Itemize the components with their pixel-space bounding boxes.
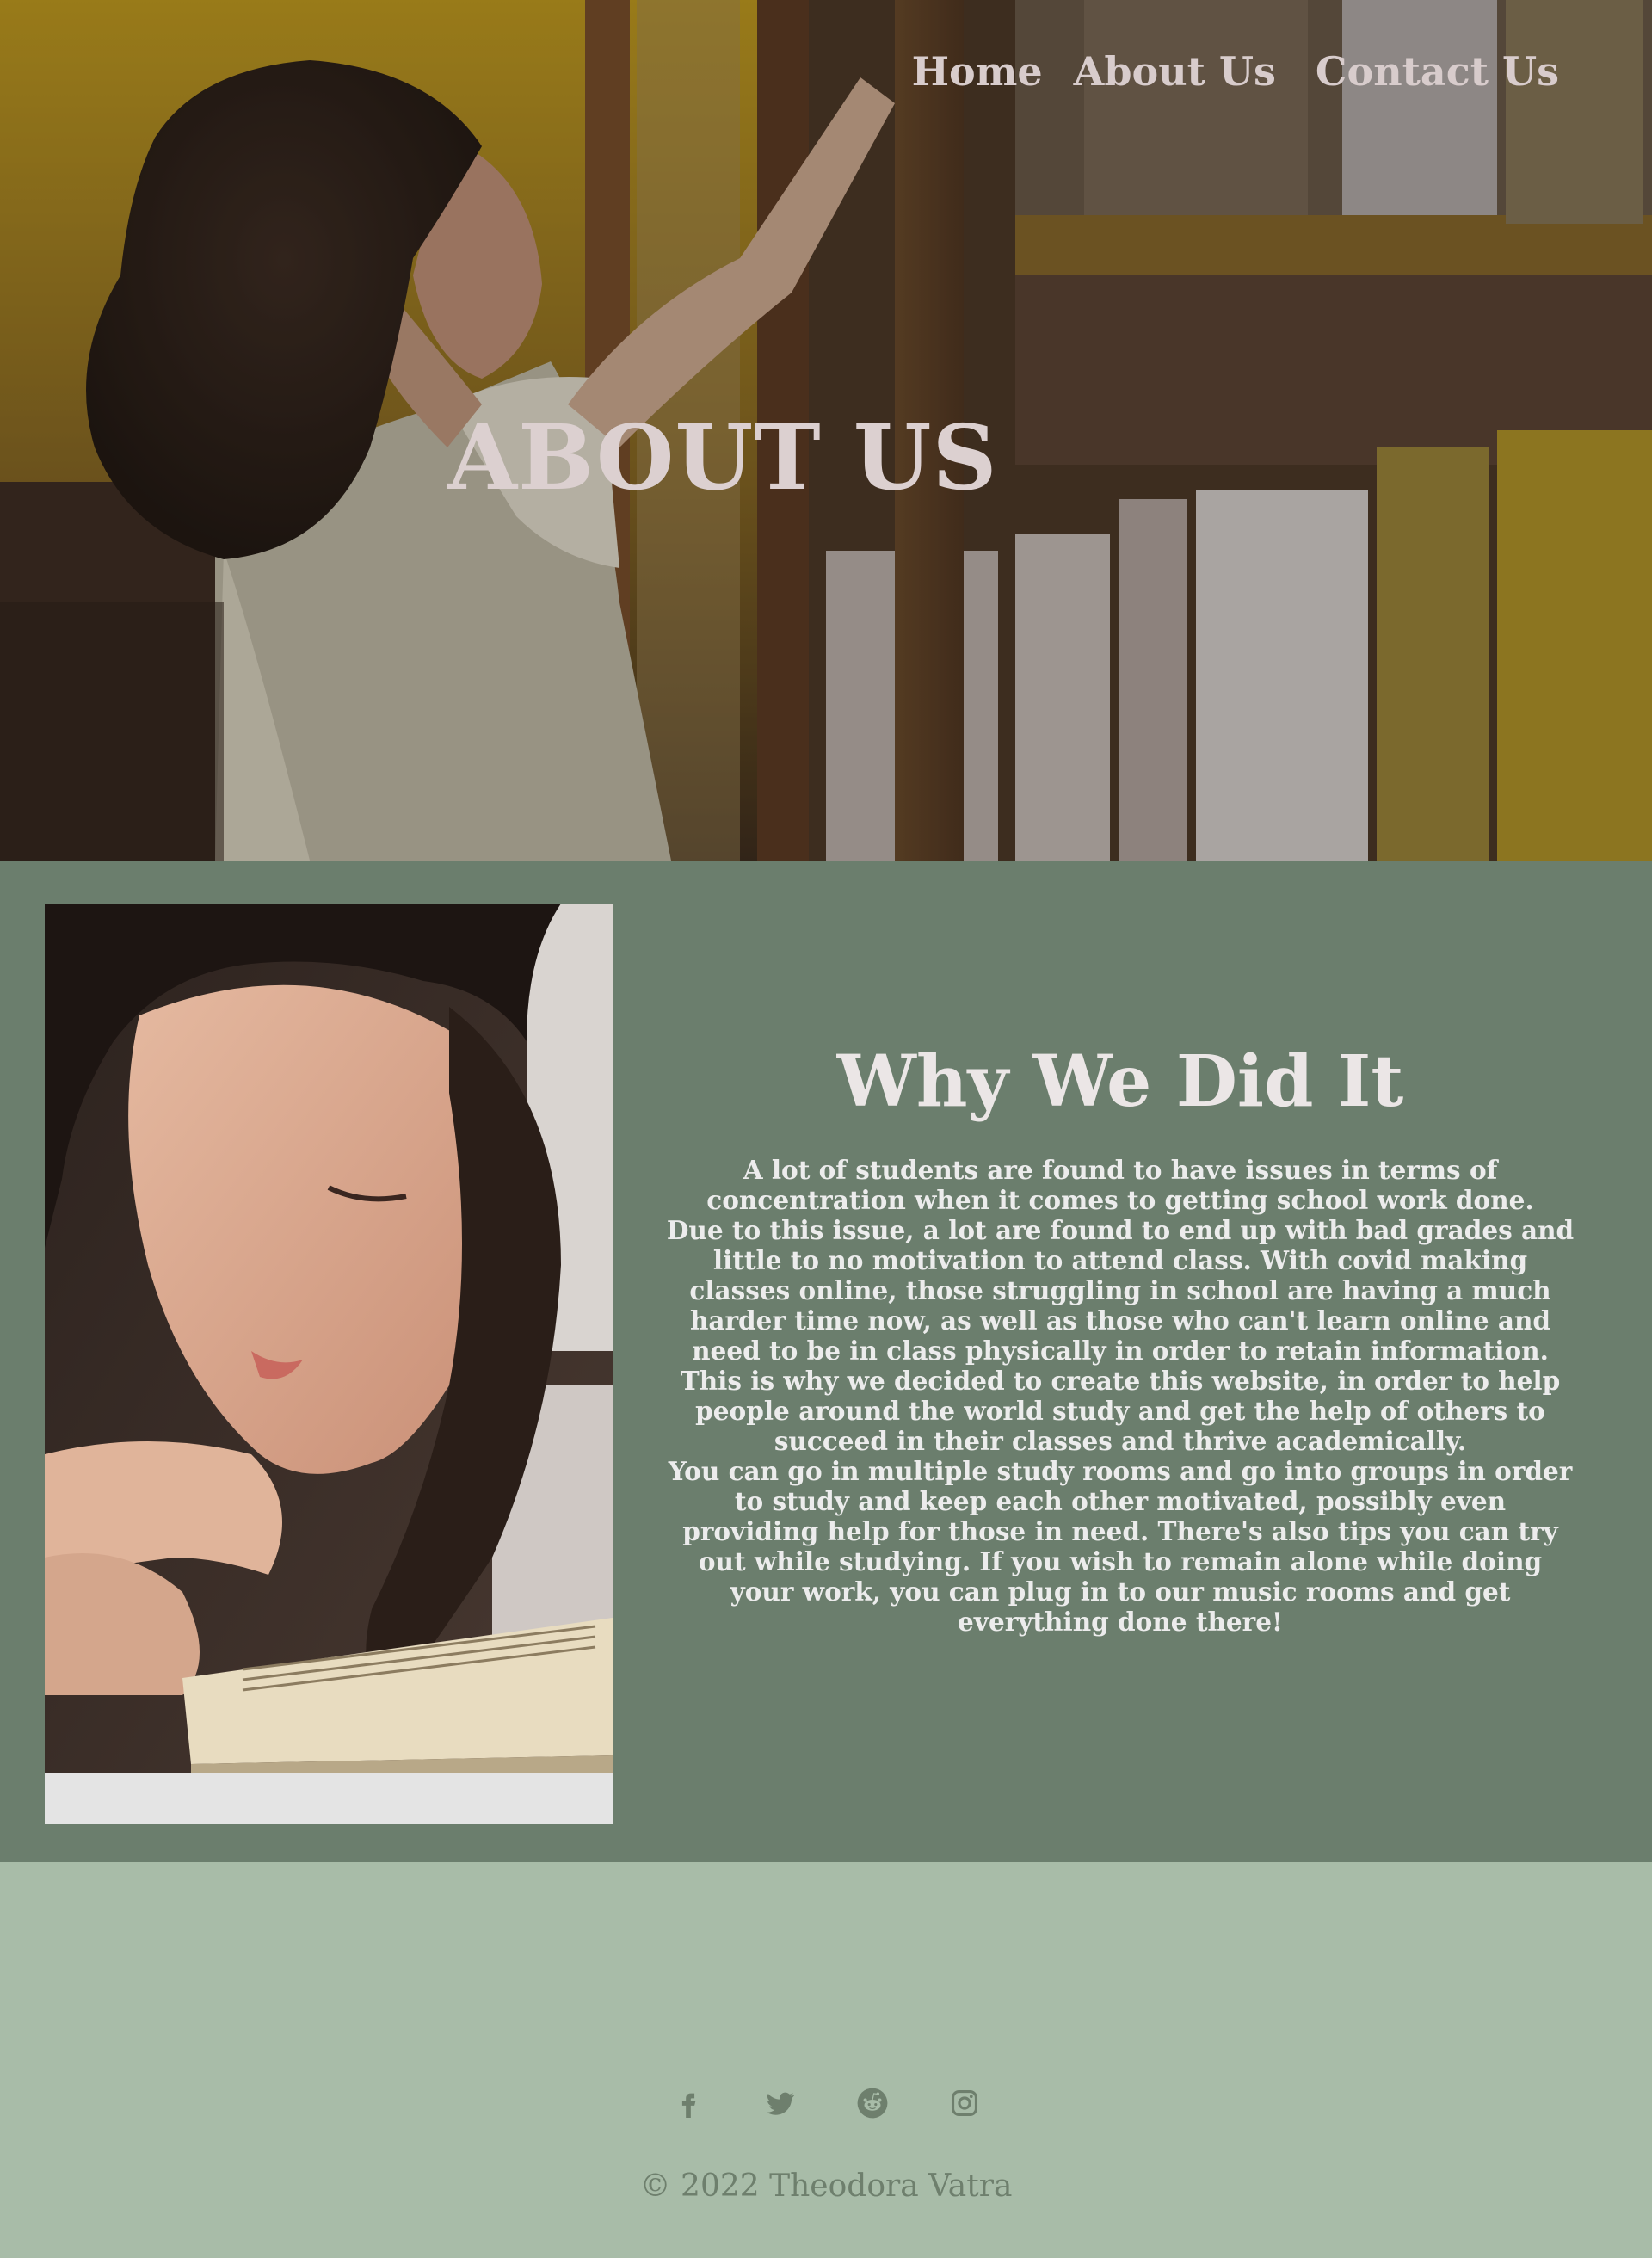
student-reading-illustration (45, 904, 613, 1824)
reddit-icon[interactable] (826, 2077, 918, 2129)
about-paragraph-2: Due to this issue, a lot are found to en… (666, 1215, 1575, 1457)
social-links (0, 2077, 1652, 2129)
nav-home-link[interactable]: Home (912, 52, 1043, 91)
nav-contact-link[interactable]: Contact Us (1316, 52, 1559, 91)
facebook-icon[interactable] (642, 2077, 734, 2129)
hero-title-text: ABOUT US (447, 404, 998, 510)
twitter-icon[interactable] (734, 2077, 826, 2129)
about-heading: Why We Did It (836, 1040, 1404, 1123)
hero-title: ABOUT US (0, 413, 1652, 503)
about-text-block: Why We Did It A lot of students are foun… (663, 1043, 1578, 1637)
site-footer: © 2022 Theodora Vatra (0, 1862, 1652, 2258)
student-reading-image (45, 904, 613, 1824)
nav-about-link[interactable]: About Us (1074, 52, 1276, 91)
about-paragraph-1: A lot of students are found to have issu… (706, 1155, 1534, 1216)
copyright-text: © 2022 Theodora Vatra (639, 2169, 1013, 2204)
about-paragraph-3: You can go in multiple study rooms and g… (668, 1456, 1573, 1638)
about-section: Why We Did It A lot of students are foun… (0, 861, 1652, 1862)
instagram-icon[interactable] (918, 2077, 1010, 2129)
hero-section: Home About Us Contact Us ABOUT US (0, 0, 1652, 861)
top-navigation: Home About Us Contact Us (912, 52, 1559, 91)
